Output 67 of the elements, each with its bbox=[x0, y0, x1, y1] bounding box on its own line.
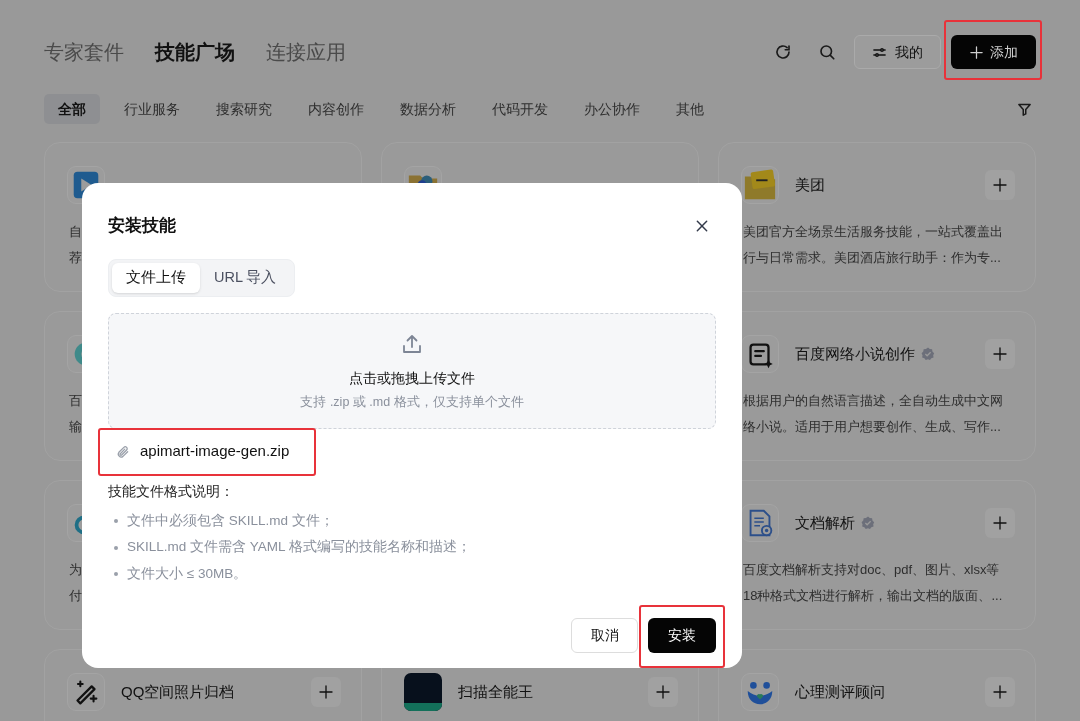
note-text: 文件中必须包含 SKILL.md 文件； bbox=[127, 511, 334, 530]
card-description: 百 bbox=[69, 392, 82, 410]
card-description: 自 bbox=[69, 223, 82, 241]
category-tab[interactable]: 代码开发 bbox=[480, 94, 560, 124]
add-skill-button[interactable] bbox=[985, 339, 1015, 369]
bullet-icon bbox=[114, 545, 118, 550]
skill-card[interactable]: 心理测评顾问 bbox=[718, 649, 1036, 721]
card-description: 输 bbox=[69, 418, 82, 436]
my-button[interactable]: 我的 bbox=[854, 35, 941, 69]
category-tab[interactable]: 办公协作 bbox=[572, 94, 652, 124]
plus-icon bbox=[655, 684, 671, 700]
category-tab[interactable]: 内容创作 bbox=[296, 94, 376, 124]
card-description: 络小说。适用于用户想要创作、生成、写作... bbox=[743, 418, 1001, 436]
category-tab[interactable]: 搜索研究 bbox=[204, 94, 284, 124]
category-tab[interactable]: 全部 bbox=[44, 94, 100, 124]
document-target-icon bbox=[741, 504, 779, 542]
paperclip-icon bbox=[116, 444, 130, 459]
add-button[interactable]: 添加 bbox=[951, 35, 1036, 69]
filter-icon[interactable] bbox=[1017, 101, 1032, 117]
add-skill-button[interactable] bbox=[985, 508, 1015, 538]
add-skill-button[interactable] bbox=[648, 677, 678, 707]
note-sparkle-icon bbox=[741, 335, 779, 373]
card-description: 行与日常需求。美团酒店旅行助手：作为专... bbox=[743, 249, 1001, 267]
plus-icon bbox=[992, 177, 1008, 193]
note-text: SKILL.md 文件需含 YAML 格式编写的技能名称和描述； bbox=[127, 538, 471, 557]
folder-icon bbox=[741, 166, 779, 204]
dialog-tab[interactable]: 文件上传 bbox=[112, 262, 200, 293]
card-description: 付 bbox=[69, 587, 82, 605]
plus-icon bbox=[992, 515, 1008, 531]
plus-icon bbox=[318, 684, 334, 700]
card-title: 百度网络小说创作 bbox=[795, 343, 915, 364]
bullet-icon bbox=[114, 519, 118, 523]
add-skill-button[interactable] bbox=[985, 170, 1015, 200]
search-icon[interactable] bbox=[818, 43, 836, 61]
dropzone-hint: 支持 .zip 或 .md 格式，仅支持单个文件 bbox=[300, 393, 524, 411]
card-description: 荐 bbox=[69, 249, 82, 267]
card-title: QQ空间照片归档 bbox=[121, 681, 235, 702]
notes-title: 技能文件格式说明： bbox=[108, 482, 235, 501]
card-title: 文档解析 bbox=[795, 512, 855, 533]
magic-wand-icon bbox=[67, 673, 105, 711]
card-description: 根据用户的自然语言描述，全自动生成中文网 bbox=[743, 392, 1003, 410]
bullet-icon bbox=[114, 572, 118, 576]
page-tab[interactable]: 技能广场 bbox=[155, 37, 235, 67]
add-skill-button[interactable] bbox=[985, 677, 1015, 707]
note-text: 文件大小 ≤ 30MB。 bbox=[127, 564, 248, 583]
card-title: 美团 bbox=[795, 174, 825, 195]
scanner-app-icon bbox=[404, 673, 442, 711]
card-description: 百度文档解析支持对doc、pdf、图片、xlsx等 bbox=[743, 561, 1000, 579]
category-tab[interactable]: 行业服务 bbox=[112, 94, 192, 124]
plus-icon bbox=[992, 684, 1008, 700]
category-tab[interactable]: 其他 bbox=[664, 94, 716, 124]
add-skill-button[interactable] bbox=[311, 677, 341, 707]
card-description: 18种格式文档进行解析，输出文档的版面、... bbox=[743, 587, 1003, 605]
plus-icon bbox=[969, 44, 984, 60]
category-tab[interactable]: 数据分析 bbox=[388, 94, 468, 124]
file-name: apimart-image-gen.zip bbox=[140, 441, 290, 462]
upload-dropzone[interactable]: 点击或拖拽上传文件 支持 .zip 或 .md 格式，仅支持单个文件 bbox=[108, 312, 716, 429]
cancel-button[interactable]: 取消 bbox=[571, 618, 638, 654]
dialog-title: 安装技能 bbox=[108, 215, 176, 237]
card-title: 扫描全能王 bbox=[458, 681, 533, 702]
card-description: 为 bbox=[69, 561, 82, 579]
dialog-tab[interactable]: URL 导入 bbox=[200, 262, 291, 293]
plus-icon bbox=[992, 346, 1008, 362]
refresh-icon[interactable] bbox=[774, 43, 792, 61]
dropzone-title: 点击或拖拽上传文件 bbox=[349, 368, 475, 388]
install-button[interactable]: 安装 bbox=[648, 618, 716, 654]
card-title: 心理测评顾问 bbox=[795, 681, 885, 702]
